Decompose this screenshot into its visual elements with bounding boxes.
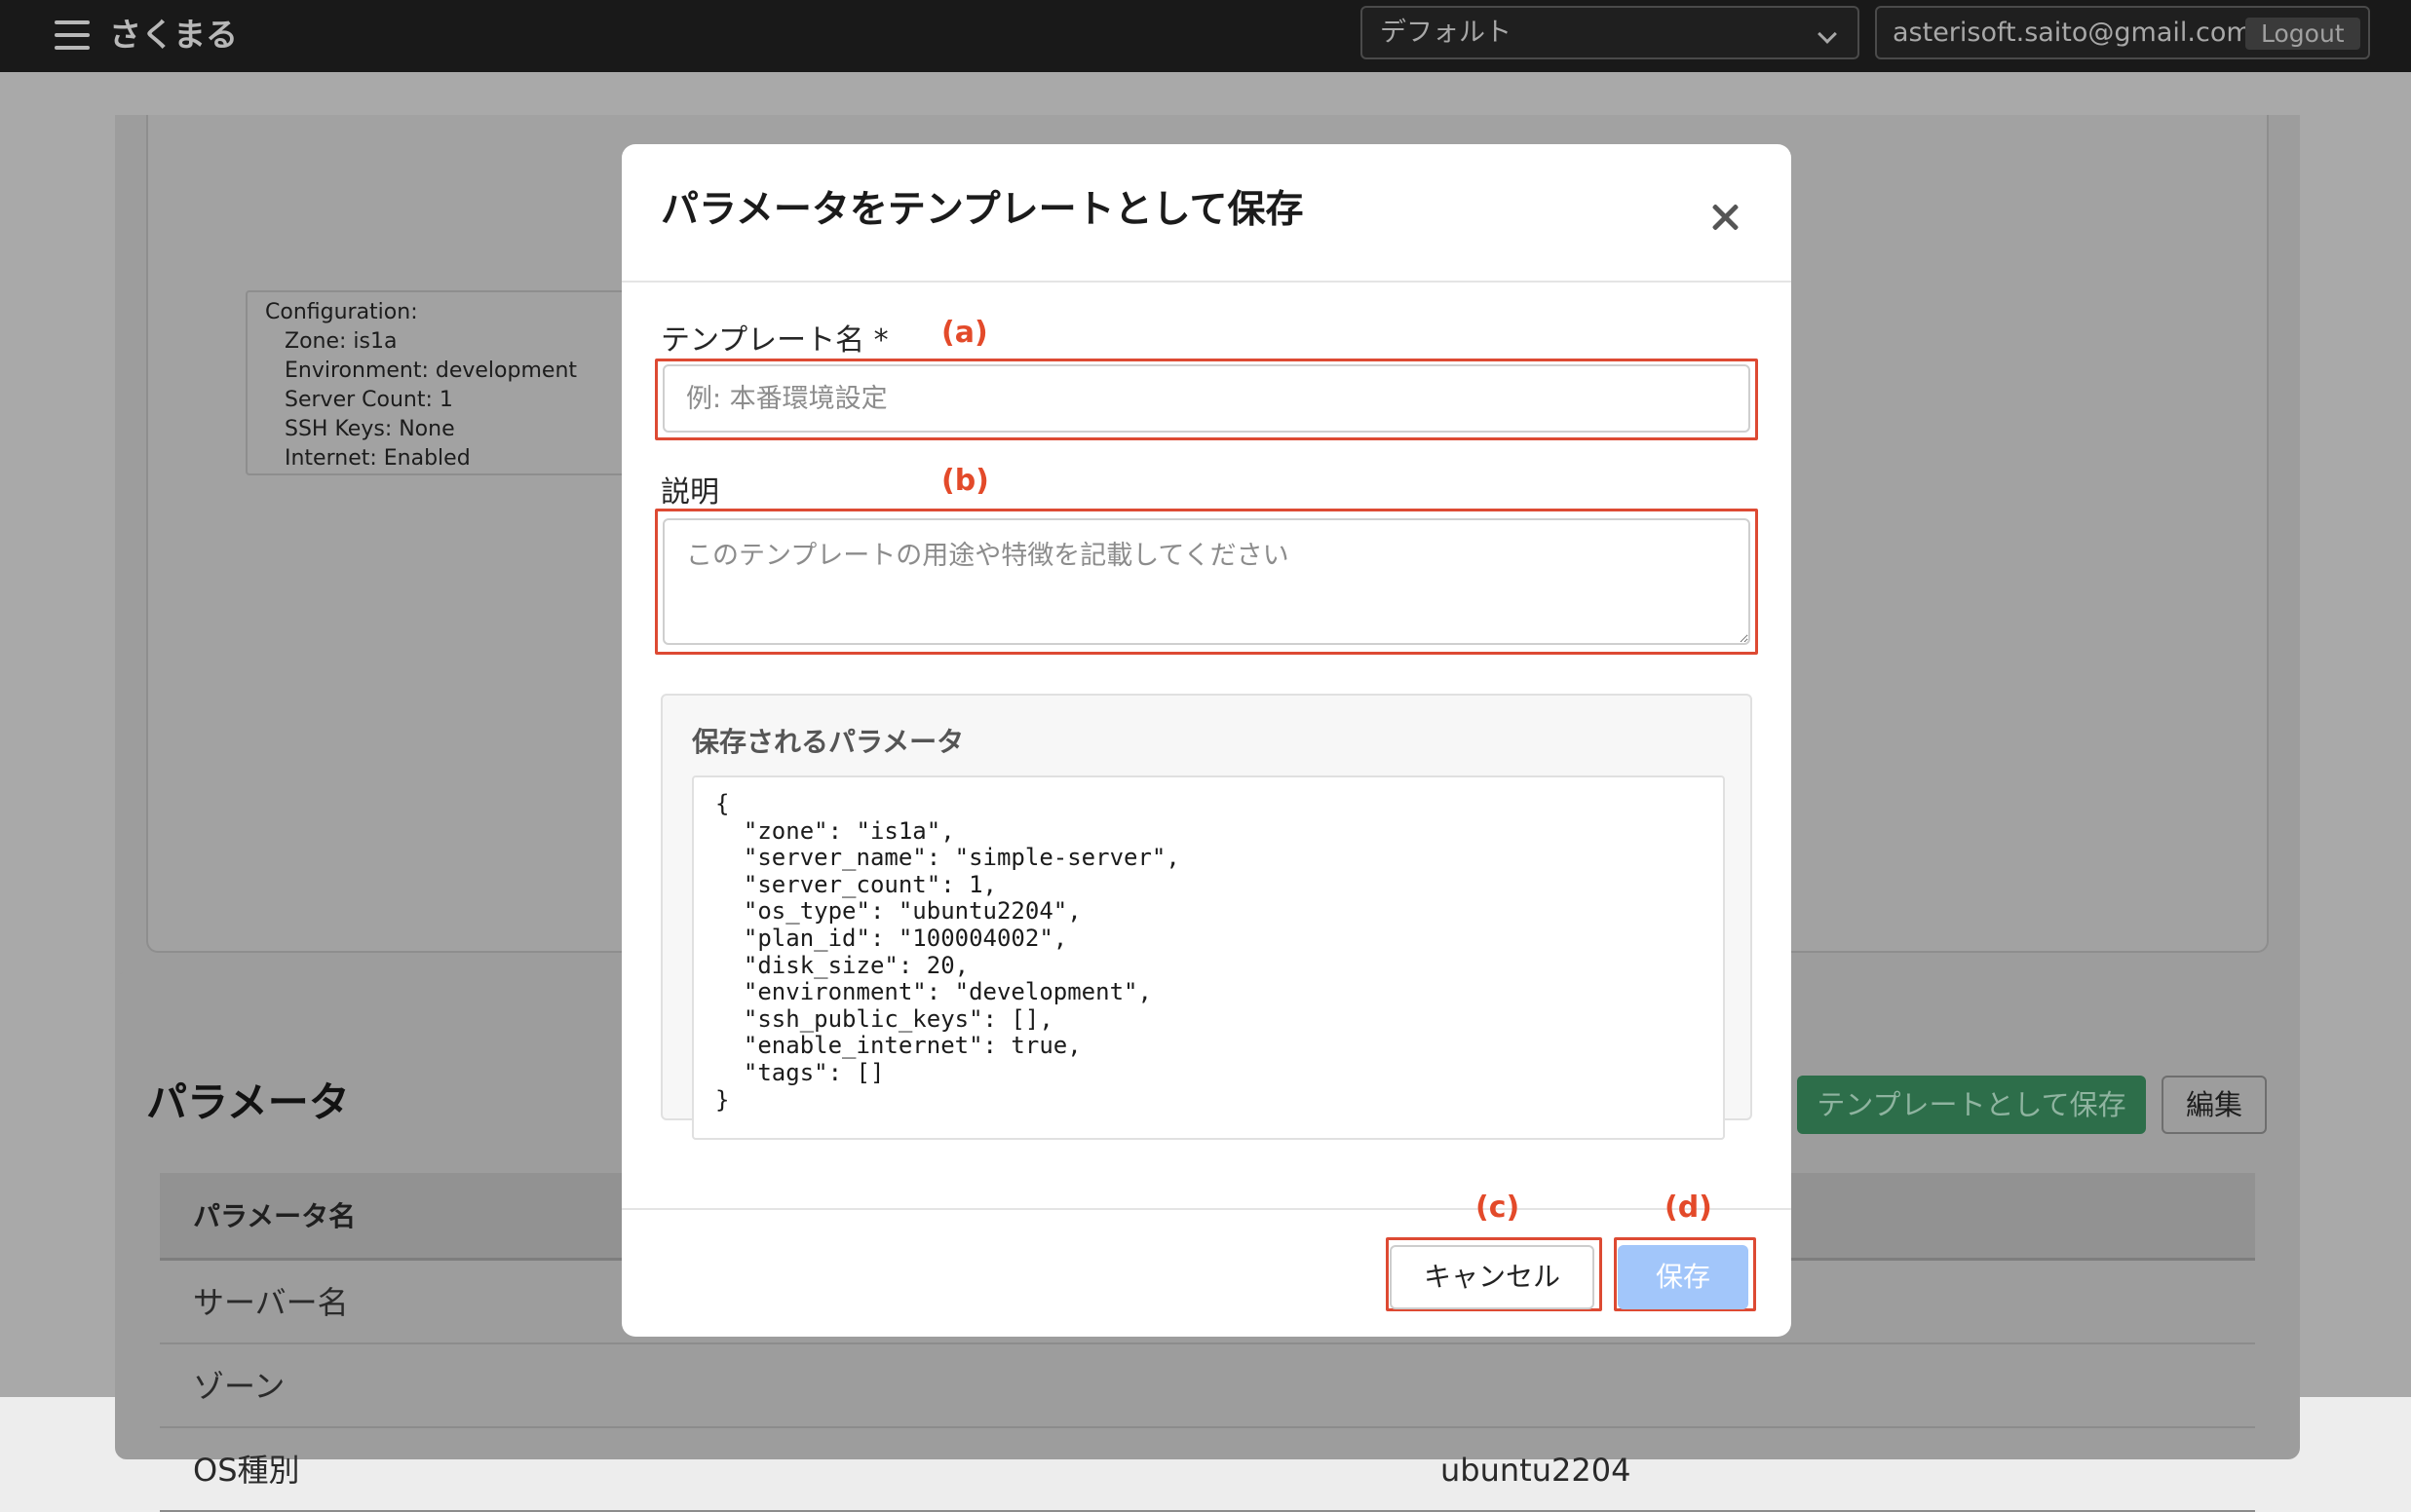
brand-title[interactable]: さくまる [109,10,238,60]
close-icon[interactable] [1705,199,1744,238]
row-name: サーバー名 [193,1284,349,1321]
edit-button[interactable]: 編集 [2162,1076,2267,1134]
description-textarea[interactable] [663,518,1750,645]
modal-title: パラメータをテンプレートとして保存 [661,188,1304,232]
project-select-value: デフォルト [1380,18,1512,48]
save-template-modal: パラメータをテンプレートとして保存 テンプレート名 * (a) 説明 (b) 保… [622,144,1791,1337]
chevron-down-icon [1818,24,1837,44]
saved-parameters-json: { "zone": "is1a", "server_name": "simple… [692,775,1725,1140]
logout-button[interactable]: Logout [2245,18,2360,50]
modal-header: パラメータをテンプレートとして保存 [622,144,1791,283]
template-name-label: テンプレート名 * [661,323,889,358]
parameters-title: パラメータ [146,1078,350,1126]
user-email: asterisoft.saito@gmail.com [1893,18,2252,48]
saved-parameters-panel: 保存されるパラメータ { "zone": "is1a", "server_nam… [661,694,1752,1140]
description-label: 説明 [661,475,719,510]
row-name: OS種別 [193,1452,300,1489]
annotation-d: (d) [1665,1191,1712,1225]
save-button[interactable]: 保存 [1618,1245,1748,1309]
hamburger-icon[interactable] [55,20,90,50]
template-name-input[interactable] [663,364,1750,433]
project-select[interactable]: デフォルト [1360,6,1859,59]
cancel-button[interactable]: キャンセル [1390,1245,1594,1309]
save-as-template-button[interactable]: テンプレートとして保存 [1797,1076,2146,1134]
modal-footer: (c) (d) キャンセル 保存 [622,1191,1791,1337]
user-box: asterisoft.saito@gmail.com Logout [1875,6,2370,59]
saved-parameters-title: 保存されるパラメータ [692,726,965,758]
table-row: OS種別 ubuntu2204 [160,1428,2255,1512]
annotation-b: (b) [941,464,989,498]
table-row: ゾーン [160,1344,2255,1428]
row-name: ゾーン [193,1368,286,1405]
top-navbar: さくまる デフォルト asterisoft.saito@gmail.com Lo… [0,0,2411,72]
row-value: ubuntu2204 [1440,1452,1631,1489]
annotation-c: (c) [1475,1191,1520,1225]
annotation-a: (a) [941,316,988,350]
